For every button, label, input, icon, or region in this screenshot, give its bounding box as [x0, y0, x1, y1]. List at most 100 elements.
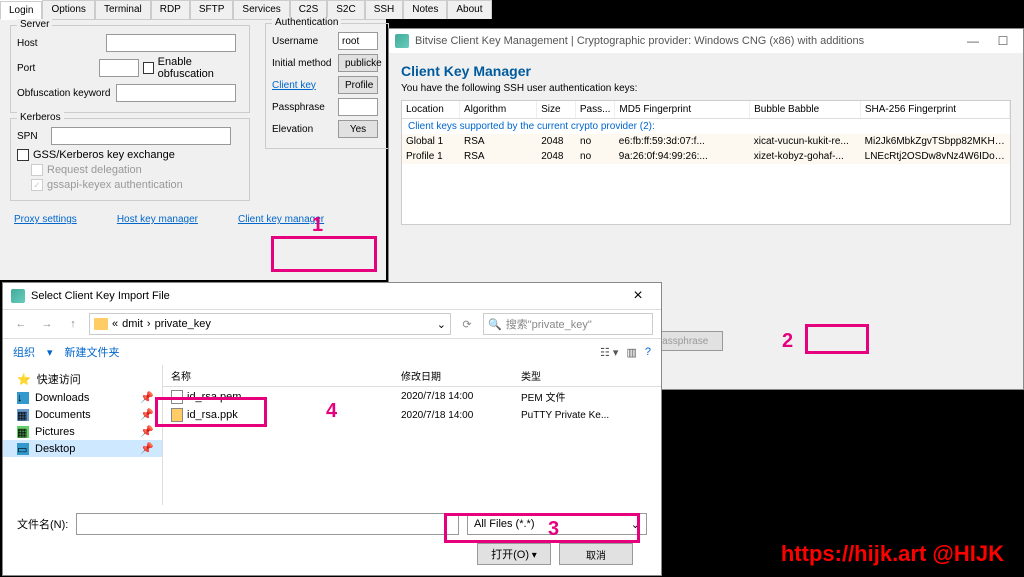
keymgr-title: Bitvise Client Key Management | Cryptogr…: [415, 35, 864, 47]
gssapi-checkbox: [31, 179, 43, 191]
filename-label: 文件名(N):: [17, 516, 68, 532]
dialog-title: Select Client Key Import File: [31, 290, 170, 302]
annotation-1: 1: [312, 214, 323, 237]
initmethod-select[interactable]: publicke: [338, 54, 378, 72]
col-md5[interactable]: MD5 Fingerprint: [615, 101, 750, 118]
breadcrumb[interactable]: « dmit› private_key ⌄: [89, 313, 451, 335]
minimize-button[interactable]: —: [959, 31, 987, 51]
sidebar-item-documents[interactable]: ▦Documents📌: [3, 406, 162, 423]
gssapi-label: gssapi-keyex authentication: [47, 179, 183, 191]
obfuscation-label: Enable obfuscation: [158, 56, 243, 80]
col-location[interactable]: Location: [402, 101, 460, 118]
col-sha[interactable]: SHA-256 Fingerprint: [861, 101, 1010, 118]
sidebar-item-desktop[interactable]: ▭Desktop📌: [3, 440, 162, 457]
dialog-icon: [11, 289, 25, 303]
cancel-button[interactable]: 取消: [559, 543, 633, 565]
folder-icon: [94, 318, 108, 330]
obfuscation-checkbox[interactable]: [143, 62, 154, 74]
sidebar-item-downloads[interactable]: ↓Downloads📌: [3, 389, 162, 406]
auth-group-title: Authentication: [272, 17, 341, 28]
help-icon[interactable]: ?: [645, 346, 651, 359]
tab-notes[interactable]: Notes: [403, 0, 447, 19]
key-table-section: Client keys supported by the current cry…: [402, 119, 1010, 134]
keymgr-subtitle: You have the following SSH user authenti…: [401, 83, 1011, 94]
tab-options[interactable]: Options: [42, 0, 94, 19]
close-icon[interactable]: ×: [623, 287, 653, 305]
preview-button[interactable]: ▥: [626, 346, 636, 359]
sidebar: ⭐快速访问 ↓Downloads📌 ▦Documents📌 ▦Pictures📌…: [3, 365, 163, 505]
tab-sftp[interactable]: SFTP: [190, 0, 234, 19]
up-button[interactable]: ↑: [63, 314, 83, 334]
file-icon: [171, 390, 183, 404]
pin-icon: 📌: [140, 442, 154, 455]
file-list: 名称 修改日期 类型 id_rsa.pem 2020/7/18 14:00 PE…: [163, 365, 661, 505]
search-input[interactable]: 🔍搜索"private_key": [483, 313, 653, 335]
app-icon: [395, 34, 409, 48]
back-button[interactable]: ←: [11, 314, 31, 334]
watermark: https://hijk.art @HIJK: [781, 541, 1004, 567]
reqdel-checkbox: [31, 164, 43, 176]
kerberos-group: Kerberos SPN GSS/Kerberos key exchange R…: [10, 118, 250, 201]
col-bubble[interactable]: Bubble Babble: [750, 101, 861, 118]
obfkw-label: Obfuscation keyword: [17, 88, 112, 99]
col-date[interactable]: 修改日期: [393, 365, 513, 386]
pin-icon: 📌: [140, 425, 154, 438]
file-row[interactable]: id_rsa.pem 2020/7/18 14:00 PEM 文件: [163, 387, 661, 406]
table-row[interactable]: Profile 1 RSA 2048 no 9a:26:0f:94:99:26:…: [402, 149, 1010, 164]
reqdel-label: Request delegation: [47, 164, 142, 176]
pin-icon: 📌: [140, 408, 154, 421]
passphrase-label: Passphrase: [272, 102, 334, 113]
col-size[interactable]: Size: [537, 101, 576, 118]
maximize-button[interactable]: ☐: [989, 31, 1017, 51]
username-input[interactable]: [338, 32, 378, 50]
keymgr-heading: Client Key Manager: [401, 63, 1011, 79]
organize-menu[interactable]: 组织: [13, 344, 35, 360]
table-row[interactable]: Global 1 RSA 2048 no e6:fb:ff:59:3d:07:f…: [402, 134, 1010, 149]
file-open-dialog: Select Client Key Import File × ← → ↑ « …: [2, 282, 662, 576]
col-pass[interactable]: Pass...: [576, 101, 616, 118]
obfkw-input[interactable]: [116, 84, 236, 102]
pin-icon: 📌: [140, 391, 154, 404]
tab-login[interactable]: Login: [0, 1, 42, 20]
tab-about[interactable]: About: [447, 0, 491, 19]
view-button[interactable]: ☷ ▾: [600, 346, 618, 359]
host-input[interactable]: [106, 34, 236, 52]
keymgr-titlebar: Bitvise Client Key Management | Cryptogr…: [389, 29, 1023, 53]
sidebar-item-quick-access[interactable]: ⭐快速访问: [3, 369, 162, 389]
annotation-4: 4: [326, 400, 337, 423]
col-type[interactable]: 类型: [513, 365, 633, 386]
spn-input[interactable]: [51, 127, 231, 145]
tab-ssh[interactable]: SSH: [365, 0, 404, 19]
spn-label: SPN: [17, 131, 47, 142]
tab-terminal[interactable]: Terminal: [95, 0, 151, 19]
gss-label: GSS/Kerberos key exchange: [33, 149, 175, 161]
col-algorithm[interactable]: Algorithm: [460, 101, 537, 118]
passphrase-input[interactable]: [338, 98, 378, 116]
clientkey-link[interactable]: Client key: [272, 80, 334, 91]
port-input[interactable]: [99, 59, 139, 77]
refresh-button[interactable]: ⟳: [457, 314, 477, 334]
tab-rdp[interactable]: RDP: [151, 0, 190, 19]
kerberos-group-title: Kerberos: [17, 112, 64, 123]
host-label: Host: [17, 38, 102, 49]
proxy-settings-link[interactable]: Proxy settings: [14, 214, 77, 225]
search-icon: 🔍: [488, 318, 502, 331]
key-table: Location Algorithm Size Pass... MD5 Fing…: [401, 100, 1011, 225]
clientkey-select[interactable]: Profile: [338, 76, 378, 94]
col-name[interactable]: 名称: [163, 365, 393, 386]
sidebar-item-pictures[interactable]: ▦Pictures📌: [3, 423, 162, 440]
server-group: Server Host Port Enable obfuscation Obfu…: [10, 25, 250, 113]
username-label: Username: [272, 36, 334, 47]
file-row[interactable]: id_rsa.ppk 2020/7/18 14:00 PuTTY Private…: [163, 406, 661, 424]
elevation-select[interactable]: Yes: [338, 120, 378, 138]
forward-button[interactable]: →: [37, 314, 57, 334]
host-key-manager-link[interactable]: Host key manager: [117, 214, 198, 225]
open-button[interactable]: 打开(O) ▾: [477, 543, 551, 565]
initmethod-label: Initial method: [272, 58, 334, 69]
filename-input[interactable]: [76, 513, 459, 535]
annotation-3: 3: [548, 518, 559, 541]
file-icon: [171, 408, 183, 422]
auth-panel: Authentication Username Initial method pu…: [260, 18, 384, 154]
new-folder-button[interactable]: 新建文件夹: [65, 344, 120, 360]
gss-checkbox[interactable]: [17, 149, 29, 161]
